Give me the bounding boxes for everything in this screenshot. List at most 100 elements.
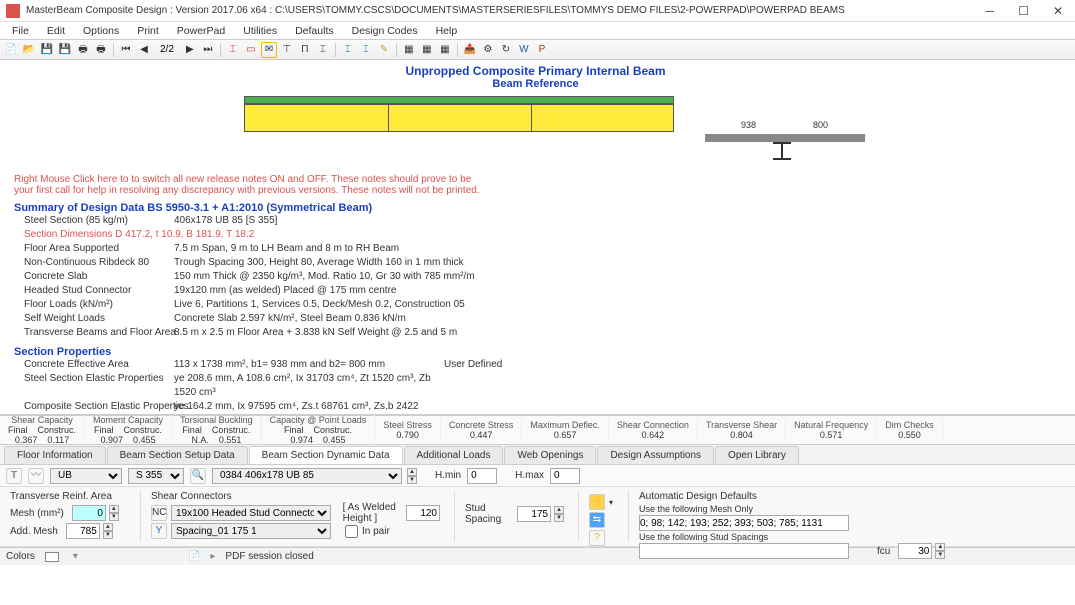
cap-group: Moment CapacityFinalConstruc.0.9070.455 xyxy=(85,414,172,446)
gear-icon[interactable]: ⚙ xyxy=(480,42,496,58)
grid1-icon[interactable]: ▦ xyxy=(401,42,417,58)
welded-height-input[interactable] xyxy=(406,505,440,521)
section-select[interactable]: 0384 406x178 UB 85 xyxy=(212,468,402,484)
mesh-list-input[interactable] xyxy=(639,515,849,531)
stud-list-input[interactable] xyxy=(639,543,849,559)
next-icon[interactable]: ▶ xyxy=(182,42,198,58)
section2-icon[interactable]: ⌶ xyxy=(358,42,374,58)
menu-powerpad[interactable]: PowerPad xyxy=(169,23,233,39)
nc-icon[interactable]: NC xyxy=(151,505,167,521)
dynamic-data-panel: Transverse Reinf. Area Mesh (mm²) ▲▼ Add… xyxy=(0,487,1075,547)
cap-group: Capacity @ Point LoadsFinalConstruc.0.97… xyxy=(262,414,376,446)
summary-val: 7.5 m Span, 9 m to LH Beam and 8 m to RH… xyxy=(174,242,1057,256)
cap-group: Concrete Stress0.447 xyxy=(441,419,523,441)
fcu-input[interactable] xyxy=(898,543,932,559)
tab-web-openings[interactable]: Web Openings xyxy=(504,446,596,464)
saveas-icon[interactable]: 💾 xyxy=(57,42,73,58)
envelope-icon[interactable]: ✉ xyxy=(261,42,277,58)
inpair-checkbox[interactable] xyxy=(345,525,358,538)
auto-icon[interactable]: ⇆ xyxy=(589,512,605,528)
beam-diagram xyxy=(14,96,1057,164)
menu-print[interactable]: Print xyxy=(129,23,167,39)
hmax-input[interactable] xyxy=(550,468,580,484)
stud-spacing-label: Stud Spacing xyxy=(465,503,509,525)
summary-val: Live 6, Partitions 1, Services 0.5, Deck… xyxy=(174,298,1057,312)
menu-options[interactable]: Options xyxy=(75,23,127,39)
prev-icon[interactable]: ◀ xyxy=(136,42,152,58)
cap-group: Torsional BucklingFinalConstruc.N.A.0.55… xyxy=(172,414,262,446)
stud-spacing-select[interactable]: Spacing_01 175 1 xyxy=(171,523,331,539)
release-note-2[interactable]: your first call for help in resolving an… xyxy=(14,185,1057,196)
report-scroll[interactable]: Unpropped Composite Primary Internal Bea… xyxy=(0,60,1075,414)
grid3-icon[interactable]: ▦ xyxy=(437,42,453,58)
new-icon[interactable]: 📄 xyxy=(3,42,19,58)
menu-edit[interactable]: Edit xyxy=(39,23,73,39)
tab-beam-section-dynamic-data[interactable]: Beam Section Dynamic Data xyxy=(249,446,403,464)
tab-open-library[interactable]: Open Library xyxy=(715,446,799,464)
summary-val: 8.5 m x 2.5 m Floor Area + 3.838 kN Self… xyxy=(174,326,1057,340)
tab-design-assumptions[interactable]: Design Assumptions xyxy=(597,446,714,464)
y-icon[interactable]: Y xyxy=(151,523,167,539)
addmesh-spinner[interactable]: ▲▼ xyxy=(103,523,113,539)
color-sample[interactable] xyxy=(45,552,59,562)
save-icon[interactable]: 💾 xyxy=(39,42,55,58)
export-icon[interactable]: 📤 xyxy=(462,42,478,58)
release-note-1[interactable]: Right Mouse Click here to to switch all … xyxy=(14,174,1057,185)
lightning-icon[interactable]: ⚡ xyxy=(589,494,605,510)
search-icon[interactable]: 🔍 xyxy=(190,468,206,484)
fcu-spinner[interactable]: ▲▼ xyxy=(935,543,945,559)
titlebar: MasterBeam Composite Design : Version 20… xyxy=(0,0,1075,22)
stud-spacing-input[interactable] xyxy=(517,506,551,522)
maximize-button[interactable]: ☐ xyxy=(1012,4,1035,18)
inpair-label: In pair xyxy=(362,526,390,537)
wave-icon[interactable]: 〰 xyxy=(28,468,44,484)
menu-help[interactable]: Help xyxy=(428,23,466,39)
t-shape-icon[interactable]: T xyxy=(6,468,22,484)
mesh-spinner[interactable]: ▲▼ xyxy=(109,505,119,521)
close-button[interactable]: ✕ xyxy=(1047,4,1069,18)
stud-type-select[interactable]: 19x100 Headed Stud Connector xyxy=(171,505,331,521)
addmesh-input[interactable] xyxy=(66,523,100,539)
help-icon[interactable]: ? xyxy=(589,530,605,546)
trans-reinf-head: Transverse Reinf. Area xyxy=(10,491,126,502)
word-icon[interactable]: W xyxy=(516,42,532,58)
grade-select[interactable]: S 355 xyxy=(128,468,184,484)
refresh-icon[interactable]: ↻ xyxy=(498,42,514,58)
tab-floor-information[interactable]: Floor Information xyxy=(4,446,106,464)
printpreview-icon[interactable]: 🖶 xyxy=(93,42,109,58)
print-icon[interactable]: 🖶 xyxy=(75,42,91,58)
pdf-icon[interactable]: P xyxy=(534,42,550,58)
tee-icon[interactable]: ⊤ xyxy=(279,42,295,58)
first-icon[interactable]: ⏮ xyxy=(118,42,134,58)
beam-shape-icon[interactable]: ⌶ xyxy=(225,42,241,58)
addmesh-label: Add. Mesh xyxy=(10,526,58,537)
summary-key: Headed Stud Connector xyxy=(24,284,164,298)
welded-height-label: [ As Welded Height ] xyxy=(343,502,398,524)
tab-beam-section-setup-data[interactable]: Beam Section Setup Data xyxy=(107,446,248,464)
stud-spacing-spinner[interactable]: ▲▼ xyxy=(554,506,564,522)
grid2-icon[interactable]: ▦ xyxy=(419,42,435,58)
pencil-icon[interactable]: ✎ xyxy=(376,42,392,58)
hmin-input[interactable] xyxy=(467,468,497,484)
last-icon[interactable]: ⏭ xyxy=(200,42,216,58)
colors-label[interactable]: Colors xyxy=(6,551,35,562)
mesh-only-label: Use the following Mesh Only xyxy=(639,504,1069,514)
shape-select[interactable]: UB xyxy=(50,468,122,484)
menu-utilities[interactable]: Utilities xyxy=(235,23,285,39)
zz-icon[interactable]: ⌶ xyxy=(315,42,331,58)
open-icon[interactable]: 📂 xyxy=(21,42,37,58)
pi-icon[interactable]: Π xyxy=(297,42,313,58)
menu-designcodes[interactable]: Design Codes xyxy=(344,23,426,39)
tab-additional-loads[interactable]: Additional Loads xyxy=(404,446,504,464)
eff-b1-label: 938 xyxy=(741,120,756,130)
capacity-summary-bar: Shear CapacityFinalConstruc.0.3670.117Mo… xyxy=(0,415,1075,445)
mesh-input[interactable] xyxy=(72,505,106,521)
menu-file[interactable]: File xyxy=(4,23,37,39)
summary-key: Steel Section (85 kg/m) xyxy=(24,214,164,228)
section-icon[interactable]: ⌶ xyxy=(340,42,356,58)
minimize-button[interactable]: ─ xyxy=(980,4,1001,18)
stud-list-label: Use the following Stud Spacings xyxy=(639,532,1069,542)
menu-defaults[interactable]: Defaults xyxy=(287,23,342,39)
rect-icon[interactable]: ▭ xyxy=(243,42,259,58)
section-spinner[interactable]: ▲▼ xyxy=(407,468,417,484)
